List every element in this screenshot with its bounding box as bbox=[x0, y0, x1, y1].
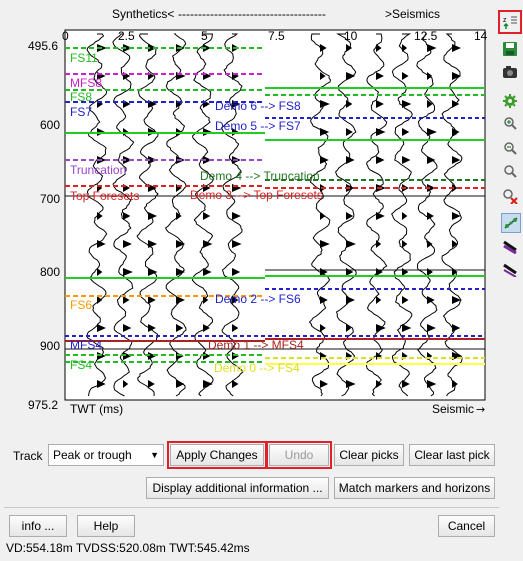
cancel-button[interactable]: Cancel bbox=[438, 515, 495, 537]
delete-icon[interactable] bbox=[501, 187, 519, 205]
track-label: Track bbox=[13, 449, 43, 463]
track-select[interactable]: Peak or trough ▼ bbox=[48, 444, 164, 466]
clear-last-pick-button[interactable]: Clear last pick bbox=[409, 444, 495, 466]
demo-label: Demo 1 --> MFS4 bbox=[208, 338, 304, 352]
y-axis-label: TWT (ms) bbox=[70, 402, 123, 416]
marker-label-fs11[interactable]: FS11 bbox=[70, 51, 98, 65]
demo-label: Demo 4 --> Truncation bbox=[200, 169, 320, 183]
zoom-out-icon[interactable] bbox=[501, 140, 519, 158]
points-icon[interactable] bbox=[501, 213, 521, 233]
demo-label: Demo 2 --> FS6 bbox=[215, 292, 301, 306]
separator bbox=[4, 507, 499, 508]
seismic-plot[interactable]: Synthetics< ----------------------------… bbox=[0, 0, 523, 430]
y-tick-label: 600 bbox=[40, 118, 60, 132]
marker-label-mfs8[interactable]: MFS8 bbox=[70, 76, 102, 90]
marker-label-fs8[interactable]: FS8 bbox=[70, 90, 92, 104]
title-dashes: ------------------------------------- bbox=[178, 7, 326, 21]
x-tick-label: 12.5 bbox=[414, 29, 438, 43]
marker-label-fs4[interactable]: FS4 bbox=[70, 358, 92, 372]
x-axis-label: Seismic bbox=[432, 402, 474, 416]
zoom-fit-icon[interactable] bbox=[501, 163, 519, 181]
demo-label: Demo 3 --> Top Foresets bbox=[190, 188, 323, 202]
x-axis-arrow: → bbox=[476, 403, 485, 416]
svg-text:z: z bbox=[503, 17, 507, 24]
help-button[interactable]: Help bbox=[77, 515, 135, 537]
seismics-label: >Seismics bbox=[385, 7, 440, 21]
marker-label-fs7[interactable]: FS7 bbox=[70, 105, 92, 119]
marker-label-mfs4[interactable]: MFS4 bbox=[70, 338, 102, 352]
x-tick-label: 14 bbox=[474, 29, 488, 43]
demo-label: Demo 0 --> FS4 bbox=[214, 361, 300, 375]
demo-label: Demo 5 --> FS7 bbox=[215, 119, 301, 133]
track-select-value: Peak or trough bbox=[53, 448, 132, 462]
x-tick-label: 0 bbox=[62, 29, 69, 43]
y-axis: 495.6 600 700 800 900 975.2 bbox=[28, 39, 60, 412]
y-tick-label: 700 bbox=[40, 192, 60, 206]
apply-changes-button[interactable]: Apply Changes bbox=[167, 441, 267, 469]
match-markers-horizons-button[interactable]: Match markers and horizons bbox=[334, 477, 495, 499]
line-style-icon[interactable] bbox=[501, 260, 519, 278]
zoom-in-icon[interactable] bbox=[501, 115, 519, 133]
status-text: VD:554.18m TVDSS:520.08m TWT:545.42ms bbox=[6, 541, 250, 555]
demo-label: Demo 6 --> FS8 bbox=[215, 99, 301, 113]
chevron-down-icon: ▼ bbox=[150, 450, 159, 460]
line-color-icon[interactable] bbox=[501, 237, 519, 255]
display-additional-info-button[interactable]: Display additional information ... bbox=[146, 477, 329, 499]
zoom-direction-icon[interactable]: z bbox=[498, 10, 522, 34]
marker-label-fs6[interactable]: FS6 bbox=[70, 298, 92, 312]
marker-label-top-foresets[interactable]: Top Foresets bbox=[70, 189, 139, 203]
settings-icon[interactable] bbox=[501, 92, 519, 110]
y-tick-label: 800 bbox=[40, 265, 60, 279]
x-tick-label: 2.5 bbox=[118, 29, 135, 43]
y-tick-label: 495.6 bbox=[28, 39, 58, 53]
undo-button[interactable]: Undo bbox=[266, 441, 332, 469]
camera-icon[interactable] bbox=[501, 63, 519, 81]
x-tick-label: 10 bbox=[344, 29, 358, 43]
marker-label-truncation[interactable]: Truncation bbox=[70, 163, 126, 177]
info-button[interactable]: info ... bbox=[9, 515, 67, 537]
synthetics-label: Synthetics< bbox=[112, 7, 174, 21]
x-tick-label: 7.5 bbox=[268, 29, 285, 43]
y-tick-label: 975.2 bbox=[28, 398, 58, 412]
y-tick-label: 900 bbox=[40, 339, 60, 353]
x-tick-label: 5 bbox=[201, 29, 208, 43]
clear-picks-button[interactable]: Clear picks bbox=[334, 444, 404, 466]
save-icon[interactable] bbox=[501, 40, 519, 58]
